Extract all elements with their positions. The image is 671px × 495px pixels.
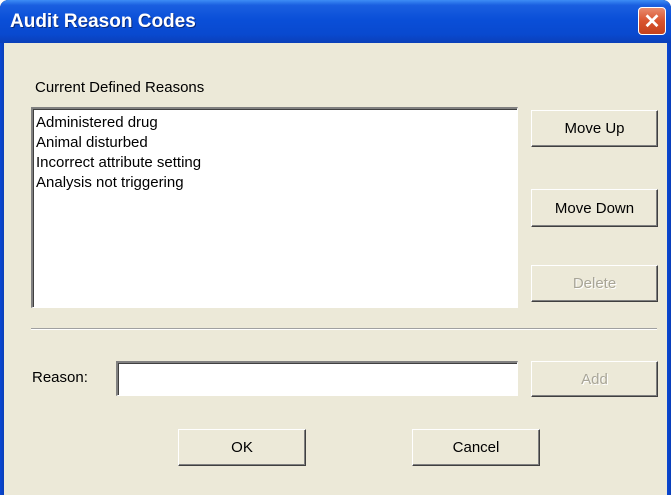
reasons-list-label: Current Defined Reasons [35,79,205,96]
list-item[interactable]: Incorrect attribute setting [36,153,514,173]
list-item[interactable]: Animal disturbed [36,133,514,153]
title-bar[interactable]: Audit Reason Codes ✕ [0,0,671,43]
ok-label: OK [231,439,253,456]
list-item[interactable]: Administered drug [36,113,514,133]
add-button[interactable]: Add [531,361,658,397]
separator [31,328,657,330]
move-up-label: Move Up [564,120,625,137]
close-button[interactable]: ✕ [638,7,666,35]
cancel-button[interactable]: Cancel [412,429,540,466]
reason-input[interactable] [116,361,518,396]
move-down-button[interactable]: Move Down [531,189,658,227]
delete-label: Delete [572,275,617,292]
move-down-label: Move Down [554,199,635,217]
move-up-button[interactable]: Move Up [531,110,658,147]
window-title: Audit Reason Codes [10,11,196,32]
cancel-label: Cancel [452,439,500,456]
audit-reason-codes-dialog: Audit Reason Codes ✕ Current Defined Rea… [0,0,671,495]
close-icon: ✕ [643,10,661,33]
ok-button[interactable]: OK [178,429,306,466]
reasons-listbox[interactable]: Administered drug Animal disturbed Incor… [31,107,518,308]
list-item[interactable]: Analysis not triggering [36,173,514,193]
add-label: Add [581,370,608,388]
reason-label: Reason: [32,369,88,386]
window-frame-right [667,43,671,495]
delete-button[interactable]: Delete [531,265,658,302]
